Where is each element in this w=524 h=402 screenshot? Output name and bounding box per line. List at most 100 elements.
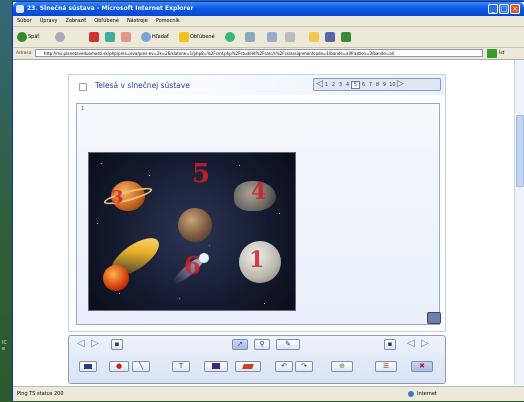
stop-button[interactable]	[89, 31, 99, 43]
select-tool-button[interactable]: ➚	[232, 339, 248, 350]
messenger-button[interactable]	[325, 31, 335, 43]
vertical-scrollbar[interactable]	[514, 60, 524, 385]
scroll-thumb[interactable]	[516, 115, 524, 187]
text-tool-button[interactable]: T	[172, 361, 190, 372]
page-link-8[interactable]: 8	[374, 82, 381, 88]
number-label: 3	[111, 187, 124, 208]
menu-file[interactable]: Súbor	[13, 16, 36, 26]
address-label: Adresa	[16, 51, 32, 56]
panel-box-button[interactable]: ▪	[111, 339, 123, 350]
page-link-9[interactable]: 9	[381, 82, 388, 88]
menu-view[interactable]: Zobraziť	[62, 16, 91, 26]
forward-arrow-icon	[55, 32, 65, 42]
close-button[interactable]: ×	[510, 4, 520, 14]
page-link-6[interactable]: 6	[360, 82, 367, 88]
tools-panel: ◁ ▷ ▪ ➚ ⚲ ✎ ▪ ◁ ▷ ● ╲ T ↶ ↷ ⊕ ☰ ✖	[68, 335, 446, 384]
page-link-7[interactable]: 7	[367, 82, 374, 88]
menu-tool-button[interactable]: ☰	[375, 361, 397, 372]
star	[119, 293, 120, 294]
page-link-2[interactable]: 2	[330, 82, 337, 88]
next-page-icon[interactable]: ▷	[397, 79, 404, 90]
minimize-button[interactable]: _	[488, 4, 498, 14]
comment-icon	[84, 363, 92, 369]
panel-prev-icon-2[interactable]: ◁	[407, 339, 415, 349]
mail-button[interactable]	[267, 31, 277, 43]
menu-favorites[interactable]: Obľúbené	[90, 16, 123, 26]
image-tool-button[interactable]	[204, 361, 228, 372]
zoom-tool-button[interactable]: ⚲	[254, 339, 270, 350]
favorites-button[interactable]: Obľúbené	[179, 31, 215, 43]
title-bar[interactable]: 23. Slnečná sústava - Microsoft Internet…	[13, 2, 524, 16]
number-label: 1	[249, 247, 265, 273]
zoom-in-icon: ⊕	[339, 362, 345, 370]
favorites-label: Obľúbené	[190, 34, 215, 40]
search-tool-button[interactable]: ⊕	[331, 361, 353, 372]
redo-icon: ↷	[301, 362, 307, 370]
search-button[interactable]: Hľadať	[141, 31, 169, 43]
browser-window: 23. Slnečná sústava - Microsoft Internet…	[13, 2, 524, 401]
highlighter-icon: ✎	[285, 340, 291, 348]
star	[149, 175, 150, 176]
page-link-1[interactable]: 1	[323, 82, 330, 88]
panel-box-button-2[interactable]: ▪	[384, 339, 396, 350]
stop-icon	[89, 32, 99, 42]
star-icon	[179, 32, 189, 42]
globe-icon	[408, 391, 414, 397]
mercury-planet	[178, 208, 212, 242]
page-link-10[interactable]: 10	[388, 82, 397, 88]
line-icon: ╲	[138, 362, 144, 370]
print-icon	[285, 32, 295, 42]
back-arrow-icon	[17, 32, 27, 42]
star	[101, 163, 102, 164]
undo-icon: ↶	[281, 362, 287, 370]
panel-prev-icon[interactable]: ◁	[77, 339, 85, 349]
messenger-icon	[325, 32, 335, 42]
eraser-tool-button[interactable]	[235, 361, 261, 372]
media-button[interactable]	[225, 31, 235, 43]
prev-page-icon[interactable]: ◁	[316, 79, 323, 90]
folder-button[interactable]	[309, 31, 319, 43]
page-content: Telesá v slnečnej sústave ◁ 1 2 3 4 5 6 …	[13, 60, 514, 385]
star	[97, 223, 98, 224]
expand-icon[interactable]	[427, 312, 441, 324]
undo-button[interactable]: ↶	[275, 361, 293, 372]
go-button[interactable]: Ísť	[499, 49, 504, 58]
mute-tool-button[interactable]: ✖	[411, 361, 433, 372]
star	[239, 165, 240, 166]
page-link-current[interactable]: 5	[350, 80, 360, 89]
refresh-icon	[105, 32, 115, 42]
window-title: 23. Slnečná sústava - Microsoft Internet…	[27, 5, 194, 12]
history-button[interactable]	[245, 31, 255, 43]
slide-marker: 1	[81, 106, 85, 112]
highlighter-tool-button[interactable]: ✎	[276, 339, 300, 350]
ie-icon	[16, 5, 24, 13]
extra-button[interactable]	[341, 31, 351, 43]
go-arrow-icon[interactable]	[487, 49, 497, 58]
line-tool-button[interactable]: ╲	[132, 361, 150, 372]
home-button[interactable]	[121, 31, 131, 43]
maximize-button[interactable]: □	[499, 4, 509, 14]
menu-help[interactable]: Pomocník	[152, 16, 184, 26]
comment-tool-button[interactable]	[79, 361, 97, 372]
paint-tool-button[interactable]: ●	[109, 361, 129, 372]
menu-edit[interactable]: Úpravy	[36, 16, 62, 26]
menu-tools[interactable]: Nástroje	[123, 16, 152, 26]
page-link-3[interactable]: 3	[337, 82, 344, 88]
magnifier-icon: ⚲	[259, 340, 265, 348]
forward-button[interactable]	[55, 31, 65, 43]
lesson-checkbox[interactable]	[79, 83, 87, 91]
back-button[interactable]: Späť	[17, 31, 39, 43]
folder-icon	[309, 32, 319, 42]
page-link-4[interactable]: 4	[344, 82, 351, 88]
redo-button[interactable]: ↷	[295, 361, 313, 372]
refresh-button[interactable]	[105, 31, 115, 43]
panel-next-icon[interactable]: ▷	[91, 339, 99, 349]
space-image[interactable]: 5 4 3 6 1	[88, 152, 296, 311]
number-label: 5	[192, 159, 211, 189]
desktop-icon-label: IC e	[2, 340, 7, 352]
list-icon: ☰	[382, 362, 390, 370]
slide-area: 1 5 4 3 6 1	[76, 103, 441, 325]
print-button[interactable]	[285, 31, 295, 43]
address-field[interactable]: http://ms.planetaveduomosti.sk/php/pres=…	[35, 49, 483, 57]
panel-next-icon-2[interactable]: ▷	[421, 339, 429, 349]
